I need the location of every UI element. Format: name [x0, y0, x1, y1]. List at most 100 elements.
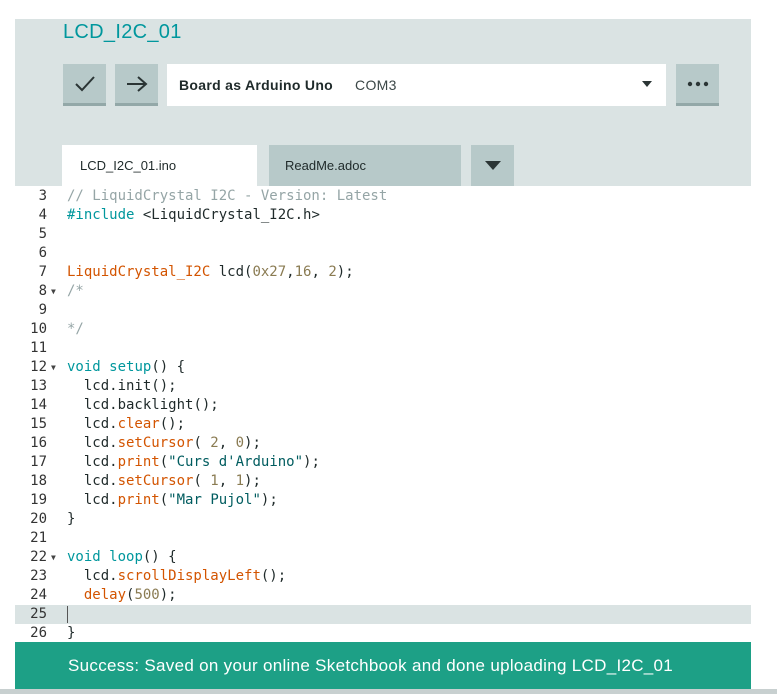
code-line[interactable]: 9 [15, 301, 751, 320]
code-text: lcd.print("Mar Pujol"); [67, 492, 278, 508]
code-line[interactable]: 4 #include <LiquidCrystal_I2C.h> [15, 206, 751, 225]
line-number: 9 [38, 302, 47, 318]
arrow-right-icon [126, 75, 148, 92]
code-text: LiquidCrystal_I2C lcd(0x27,16, 2); [67, 264, 354, 280]
line-number: 21 [30, 530, 47, 546]
gutter: 6 [15, 244, 59, 263]
code-text: lcd.setCursor( 1, 1); [67, 473, 261, 489]
line-number: 3 [38, 188, 47, 204]
line-number: 17 [30, 454, 47, 470]
board-name: Board as Arduino Uno [179, 77, 334, 93]
code-text: delay(500); [83, 587, 177, 603]
code-line[interactable]: 11 [15, 339, 751, 358]
line-number: 13 [30, 378, 47, 394]
fold-caret-icon[interactable]: ▼ [51, 548, 59, 567]
code-line[interactable]: 14 lcd.backlight(); [15, 396, 751, 415]
more-options-button[interactable] [676, 64, 719, 106]
line-number: 23 [30, 568, 47, 584]
gutter: 23 [15, 567, 59, 586]
line-number: 11 [30, 340, 47, 356]
code-line[interactable]: 24 delay(500); [15, 586, 751, 605]
code-text: lcd.backlight(); [67, 397, 219, 413]
gutter: 19 [15, 491, 59, 510]
ellipsis-icon [687, 81, 708, 86]
gutter: 20 [15, 510, 59, 529]
code-text: /* [67, 283, 84, 299]
chevron-down-icon [484, 161, 501, 170]
gutter: 7 [15, 263, 59, 282]
gutter: 26 [15, 624, 59, 643]
code-line[interactable]: 26} [15, 624, 751, 643]
code-line[interactable]: 18 lcd.setCursor( 1, 1); [15, 472, 751, 491]
code-editor[interactable]: 3 // LiquidCrystal I2C - Version: Latest 4… [15, 186, 751, 641]
line-number: 19 [30, 492, 47, 508]
line-number: 8 [38, 283, 47, 299]
line-number: 20 [30, 511, 47, 527]
code-line[interactable]: 15 lcd.clear(); [15, 415, 751, 434]
code-line[interactable]: 17 lcd.print("Curs d'Arduino"); [15, 453, 751, 472]
gutter: 9 [15, 301, 59, 320]
verify-button[interactable] [63, 64, 106, 106]
line-number: 25 [30, 606, 47, 622]
gutter: 18 [15, 472, 59, 491]
tab-label: ReadMe.adoc [285, 158, 366, 173]
code-text: lcd.clear(); [67, 416, 186, 432]
gutter: 17 [15, 453, 59, 472]
gutter: 3 [15, 187, 59, 206]
code-text: #include <LiquidCrystal_I2C.h> [67, 207, 320, 223]
tabs-menu-button[interactable] [471, 145, 514, 186]
code-line[interactable]: 21 [15, 529, 751, 548]
gutter: 16 [15, 434, 59, 453]
line-number: 24 [30, 587, 47, 603]
line-number: 5 [38, 226, 47, 242]
code-line[interactable]: 12 ▼ void setup() { [15, 358, 751, 377]
code-text: lcd.init(); [67, 378, 177, 394]
line-number: 15 [30, 416, 47, 432]
code-line[interactable]: 19 lcd.print("Mar Pujol"); [15, 491, 751, 510]
code-line[interactable]: 10 */ [15, 320, 751, 339]
gutter: 21 [15, 529, 59, 548]
code-line[interactable]: 16 lcd.setCursor( 2, 0); [15, 434, 751, 453]
code-line[interactable]: 7 LiquidCrystal_I2C lcd(0x27,16, 2); [15, 263, 751, 282]
code-line[interactable]: 20} [15, 510, 751, 529]
toolbar-area: LCD_I2C_01 Board as Arduino Uno COM3 LCD… [15, 19, 751, 186]
board-selector[interactable]: Board as Arduino Uno COM3 [167, 64, 666, 106]
code-text: lcd.setCursor( 2, 0); [67, 435, 261, 451]
code-line[interactable]: 3 // LiquidCrystal I2C - Version: Latest [15, 187, 751, 206]
upload-button[interactable] [115, 64, 158, 106]
line-number: 10 [30, 321, 47, 337]
code-text: } [67, 511, 76, 527]
code-text: void setup() { [67, 359, 186, 375]
code-text: // LiquidCrystal I2C - Version: Latest [67, 188, 388, 204]
status-message: Success: Saved on your online Sketchbook… [68, 655, 674, 675]
tab-lcd-i2c-ino[interactable]: LCD_I2C_01.ino [62, 145, 257, 186]
checkmark-icon [74, 75, 95, 91]
gutter: 13 [15, 377, 59, 396]
active-line-highlight [59, 605, 751, 624]
code-line[interactable]: 23 lcd.scrollDisplayLeft(); [15, 567, 751, 586]
sketch-title: LCD_I2C_01 [63, 21, 182, 43]
line-number: 12 [30, 359, 47, 375]
line-number: 6 [38, 245, 47, 261]
gutter: 22 ▼ [15, 548, 59, 567]
code-line[interactable]: 8 ▼ /* [15, 282, 751, 301]
tab-readme[interactable]: ReadMe.adoc [269, 145, 461, 186]
code-text: void loop() { [67, 549, 177, 565]
fold-caret-icon[interactable]: ▼ [51, 358, 59, 377]
code-line[interactable]: 22 ▼ void loop() { [15, 548, 751, 567]
code-text: } [67, 625, 76, 641]
line-number: 18 [30, 473, 47, 489]
line-number: 16 [30, 435, 47, 451]
tab-label: LCD_I2C_01.ino [80, 158, 177, 173]
line-number: 26 [30, 625, 47, 641]
code-line[interactable]: 13 lcd.init(); [15, 377, 751, 396]
gutter: 24 [15, 586, 59, 605]
chevron-down-icon [642, 81, 652, 87]
code-line[interactable]: 25 [15, 605, 751, 624]
line-number: 22 [30, 549, 47, 565]
gutter: 14 [15, 396, 59, 415]
code-line[interactable]: 5 [15, 225, 751, 244]
fold-caret-icon[interactable]: ▼ [51, 282, 59, 301]
gutter: 5 [15, 225, 59, 244]
code-line[interactable]: 6 [15, 244, 751, 263]
